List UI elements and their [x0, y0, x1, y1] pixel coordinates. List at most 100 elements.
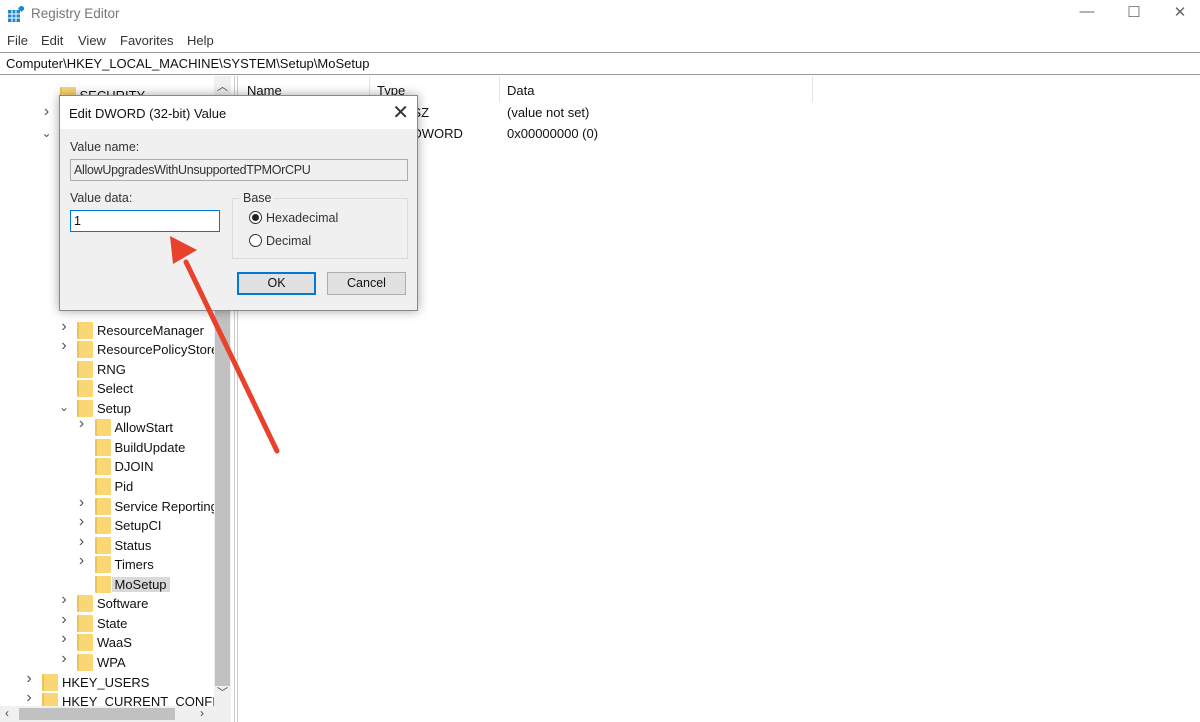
- folder-icon: [94, 556, 111, 574]
- chevron-right-icon[interactable]: ›: [23, 670, 35, 688]
- tree-node[interactable]: › WaaS: [0, 630, 214, 652]
- tree-node[interactable]: › State: [0, 611, 214, 633]
- tree-node[interactable]: › Service Reporting: [0, 494, 214, 516]
- menu-file[interactable]: File: [7, 33, 28, 48]
- tree-node[interactable]: RNG: [0, 360, 214, 379]
- minimize-button[interactable]: —: [1064, 3, 1110, 25]
- scroll-left-icon[interactable]: ‹: [5, 706, 9, 720]
- value-name-field: AllowUpgradesWithUnsupportedTPMOrCPU: [70, 159, 408, 181]
- chevron-right-icon[interactable]: ›: [58, 650, 70, 668]
- chevron-right-icon[interactable]: ›: [41, 103, 53, 121]
- chevron-right-icon[interactable]: ›: [58, 591, 70, 609]
- radio-hexadecimal[interactable]: [249, 211, 262, 224]
- tree-node[interactable]: › AllowStart: [0, 415, 214, 437]
- tree-node-label: MoSetup: [111, 576, 170, 592]
- tree-node-label: RNG: [97, 361, 126, 377]
- menu-edit[interactable]: Edit: [41, 33, 63, 48]
- hexadecimal-label[interactable]: Hexadecimal: [266, 211, 338, 225]
- address-bar[interactable]: Computer\HKEY_LOCAL_MACHINE\SYSTEM\Setup…: [0, 52, 1200, 75]
- tree-node[interactable]: › ResourceManager: [0, 318, 214, 340]
- chevron-right-icon[interactable]: ›: [58, 630, 70, 648]
- dialog-title-bar: Edit DWORD (32-bit) Value ✕: [60, 96, 417, 129]
- tree-node-label: Status: [114, 537, 152, 553]
- edit-dword-dialog: Edit DWORD (32-bit) Value ✕ Value name: …: [59, 95, 418, 311]
- tree-node-label: Timers: [114, 557, 154, 573]
- folder-icon: [77, 653, 93, 671]
- tree-node[interactable]: MoSetup: [0, 575, 214, 594]
- value-data-input[interactable]: 1: [70, 210, 220, 232]
- folder-icon: [77, 614, 93, 632]
- menu-help[interactable]: Help: [187, 33, 214, 48]
- value-data: 0x00000000 (0): [507, 126, 599, 141]
- folder-icon: [94, 458, 111, 476]
- chevron-right-icon[interactable]: ›: [58, 337, 70, 355]
- tree-hscroll-thumb[interactable]: [19, 708, 175, 720]
- chevron-right-icon[interactable]: ›: [76, 415, 88, 433]
- tree-node[interactable]: BuildUpdate: [0, 438, 214, 457]
- tree-node-label: State: [97, 615, 128, 631]
- tree-node-label: SetupCI: [114, 518, 162, 534]
- tree-node[interactable]: › SetupCI: [0, 513, 214, 535]
- chevron-right-icon[interactable]: ›: [23, 689, 35, 706]
- dialog-close-icon[interactable]: ✕: [392, 100, 409, 125]
- tree-node-label: DJOIN: [114, 459, 154, 475]
- folder-icon: [77, 360, 93, 378]
- column-divider[interactable]: [812, 76, 813, 102]
- chevron-right-icon[interactable]: ›: [76, 513, 88, 531]
- close-window-button[interactable]: ✕: [1157, 3, 1200, 25]
- tree-node[interactable]: DJOIN: [0, 457, 214, 476]
- folder-icon: [94, 497, 111, 515]
- tree-node[interactable]: › ResourcePolicyStore: [0, 337, 214, 359]
- tree-node-label: HKEY_USERS: [62, 674, 150, 690]
- folder-icon: [42, 673, 58, 691]
- tree-node[interactable]: Pid: [0, 477, 214, 496]
- folder-icon: [77, 321, 93, 339]
- folder-icon: [94, 419, 111, 437]
- column-divider[interactable]: [499, 76, 500, 102]
- radio-decimal[interactable]: [249, 234, 262, 247]
- tree-node[interactable]: Select: [0, 379, 214, 398]
- chevron-right-icon[interactable]: ›: [76, 552, 88, 570]
- scroll-up-icon[interactable]: ︿: [217, 78, 228, 94]
- tree-node[interactable]: › Software: [0, 591, 214, 613]
- menu-bar: File Edit View Favorites Help: [0, 31, 1200, 51]
- tree-node[interactable]: › Timers: [0, 552, 214, 574]
- folder-icon: [94, 575, 111, 593]
- folder-icon: [94, 478, 111, 495]
- chevron-down-icon[interactable]: ⌄: [41, 126, 53, 140]
- dialog-title: Edit DWORD (32-bit) Value: [69, 106, 227, 121]
- tree-node-label: AllowStart: [114, 420, 174, 436]
- folder-icon: [77, 380, 93, 398]
- tree-node[interactable]: › HKEY_CURRENT_CONFIG: [0, 689, 214, 706]
- menu-view[interactable]: View: [78, 33, 106, 48]
- chevron-right-icon[interactable]: ›: [58, 611, 70, 629]
- scroll-right-icon[interactable]: ›: [200, 706, 204, 720]
- value-data-label: Value data:: [70, 191, 133, 205]
- folder-icon: [42, 693, 58, 706]
- chevron-down-icon[interactable]: ⌄: [58, 400, 70, 414]
- ok-button[interactable]: OK: [237, 272, 316, 295]
- registry-editor-icon: [8, 6, 24, 22]
- decimal-label[interactable]: Decimal: [266, 234, 311, 248]
- title-bar: Registry Editor — ☐ ✕: [0, 0, 1200, 29]
- folder-icon: [77, 595, 93, 613]
- chevron-right-icon[interactable]: ›: [76, 533, 88, 551]
- tree-node-label: ResourcePolicyStore: [97, 342, 214, 358]
- tree-node-label: WaaS: [97, 635, 132, 651]
- folder-icon: [94, 517, 111, 535]
- scroll-down-icon[interactable]: ﹀: [217, 684, 228, 700]
- chevron-right-icon[interactable]: ›: [76, 494, 88, 512]
- tree-node[interactable]: › Status: [0, 533, 214, 555]
- maximize-button[interactable]: ☐: [1111, 3, 1157, 25]
- tree-node[interactable]: ⌄ Setup: [0, 399, 214, 418]
- tree-node-label: Select: [97, 381, 134, 397]
- column-data[interactable]: Data: [507, 83, 534, 102]
- folder-icon: [77, 399, 93, 417]
- chevron-right-icon[interactable]: ›: [58, 318, 70, 336]
- window-title: Registry Editor: [31, 6, 120, 21]
- value-name-label: Value name:: [70, 140, 140, 154]
- cancel-button[interactable]: Cancel: [327, 272, 406, 295]
- folder-icon: [77, 341, 93, 359]
- tree-node-label: ResourceManager: [97, 322, 204, 338]
- menu-favorites[interactable]: Favorites: [120, 33, 173, 48]
